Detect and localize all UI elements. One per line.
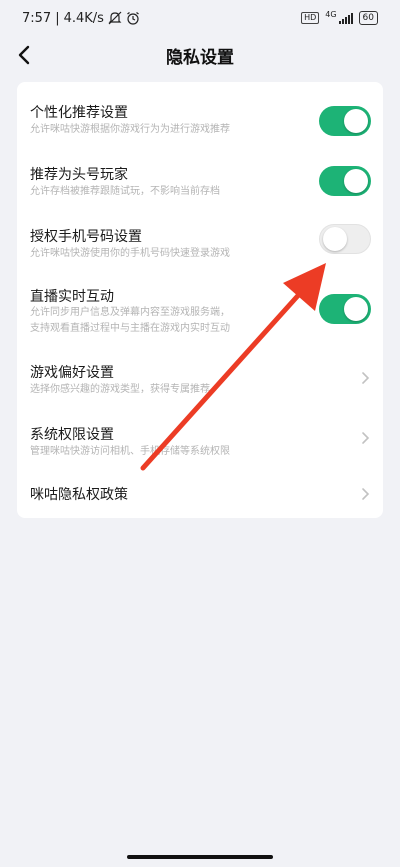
setting-subtitle: 允许咪咕快游使用你的手机号码快速登录游戏	[30, 248, 230, 259]
signal-icon	[338, 12, 353, 24]
network-type: 4G	[325, 9, 337, 19]
battery-level: 60	[362, 13, 374, 23]
chevron-right-icon	[362, 432, 370, 444]
toggle-knob	[344, 169, 368, 193]
status-speed: 4.4K/s	[63, 10, 104, 26]
status-divider: |	[55, 10, 60, 26]
back-arrow-icon[interactable]	[10, 40, 40, 70]
setting-title: 个性化推荐设置	[30, 105, 128, 121]
hd-badge: HD	[301, 12, 320, 24]
alarm-icon	[127, 12, 139, 25]
toggle-knob	[344, 109, 368, 133]
toggle-knob	[344, 297, 368, 321]
setting-row-phone-authorization[interactable]: 授权手机号码设置 允许咪咕快游使用你的手机号码快速登录游戏	[17, 208, 383, 272]
setting-title: 系统权限设置	[30, 427, 114, 443]
setting-title: 咪咕隐私权政策	[30, 487, 128, 503]
phone-authorization-toggle[interactable]	[319, 224, 371, 254]
setting-title: 直播实时互动	[30, 289, 114, 305]
setting-row-live-interaction[interactable]: 直播实时互动 允许同步用户信息及弹幕内容至游戏服务端， 支持观看直播过程中与主播…	[17, 272, 383, 348]
setting-subtitle: 允许同步用户信息及弹幕内容至游戏服务端，	[30, 307, 230, 318]
setting-subtitle: 允许存档被推荐跟随试玩，不影响当前存档	[30, 186, 220, 197]
settings-card: 个性化推荐设置 允许咪咕快游根据你游戏行为为进行游戏推荐 推荐为头号玩家 允许存…	[17, 82, 383, 518]
mute-icon	[108, 11, 122, 25]
chevron-right-icon	[362, 372, 370, 384]
setting-row-system-permissions[interactable]: 系统权限设置 管理咪咕快游访问相机、手机存储等系统权限	[17, 412, 383, 470]
setting-subtitle-line2: 支持观看直播过程中与主播在游戏内实时互动	[30, 323, 230, 334]
nav-bar: 隐私设置	[0, 36, 400, 74]
setting-title: 游戏偏好设置	[30, 365, 114, 381]
status-time: 7:57	[22, 10, 52, 26]
page-title: 隐私设置	[166, 47, 234, 68]
setting-subtitle: 管理咪咕快游访问相机、手机存储等系统权限	[30, 446, 230, 457]
status-bar: 7:57 | 4.4K/s HD 4G 60	[0, 0, 400, 36]
battery-icon: 60	[358, 11, 378, 25]
live-interaction-toggle[interactable]	[319, 294, 371, 324]
setting-row-top-player[interactable]: 推荐为头号玩家 允许存档被推荐跟随试玩，不影响当前存档	[17, 144, 383, 208]
status-right: HD 4G 60	[301, 9, 378, 25]
setting-subtitle: 允许咪咕快游根据你游戏行为为进行游戏推荐	[30, 124, 230, 135]
setting-subtitle: 选择你感兴趣的游戏类型，获得专属推荐	[30, 384, 210, 395]
chevron-right-icon	[362, 488, 370, 500]
setting-title: 推荐为头号玩家	[30, 167, 128, 183]
top-player-toggle[interactable]	[319, 166, 371, 196]
setting-title: 授权手机号码设置	[30, 229, 142, 245]
setting-row-game-preference[interactable]: 游戏偏好设置 选择你感兴趣的游戏类型，获得专属推荐	[17, 348, 383, 412]
home-indicator[interactable]	[127, 855, 273, 859]
personalized-recommendation-toggle[interactable]	[319, 106, 371, 136]
setting-row-personalized-recommendation[interactable]: 个性化推荐设置 允许咪咕快游根据你游戏行为为进行游戏推荐	[17, 82, 383, 144]
setting-row-privacy-policy[interactable]: 咪咕隐私权政策	[17, 470, 383, 518]
status-left: 7:57 | 4.4K/s	[22, 11, 140, 26]
toggle-knob	[323, 227, 347, 251]
